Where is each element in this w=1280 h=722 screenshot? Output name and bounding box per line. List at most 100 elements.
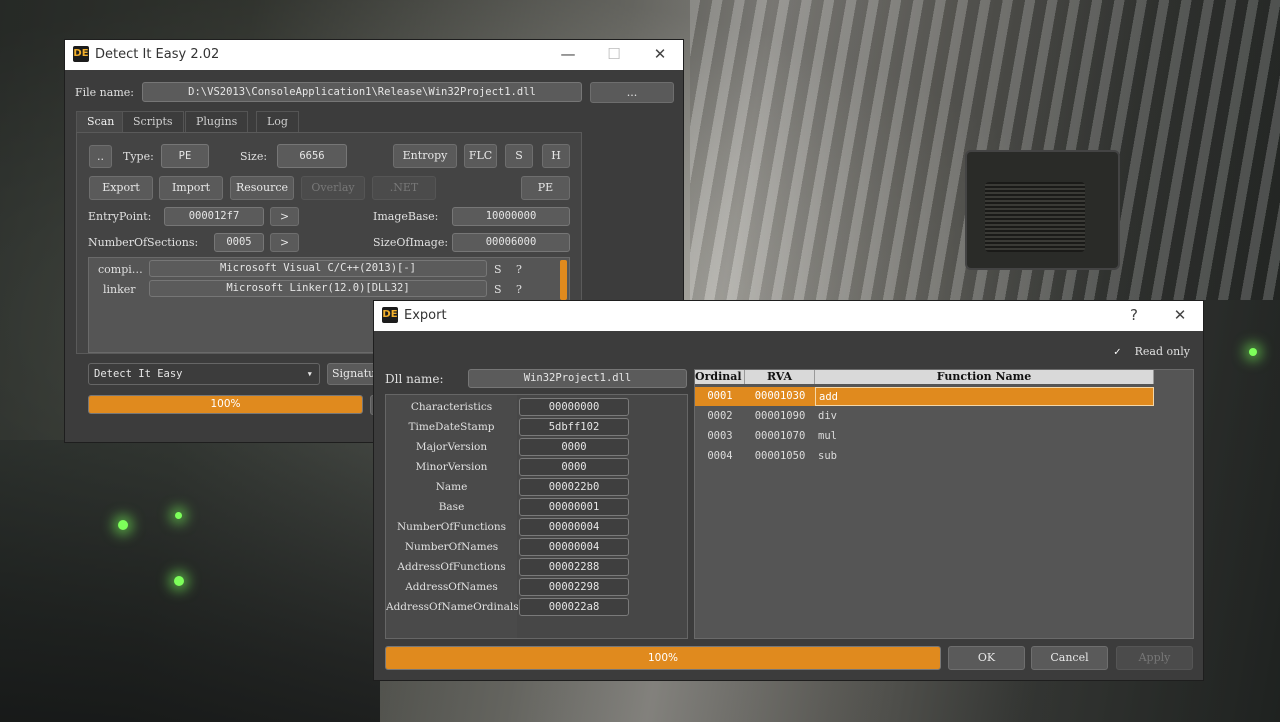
close-icon[interactable]: ✕ <box>637 40 683 70</box>
read-only-checkbox[interactable]: ✓ Read only <box>1114 345 1190 358</box>
field-value[interactable]: 00002298 <box>519 578 629 596</box>
wallpaper-shadow <box>0 440 380 722</box>
minimize-icon[interactable]: — <box>545 40 591 70</box>
ok-button[interactable]: OK <box>948 646 1025 670</box>
exports-table: Ordinal RVA Function Name 0001 00001030 ad… <box>694 369 1194 639</box>
export-progress: 100% <box>385 646 941 670</box>
pe-button[interactable]: PE <box>521 176 570 200</box>
dll-name-field[interactable]: Win32Project1.dll <box>468 369 687 388</box>
field-value[interactable]: 0000 <box>519 458 629 476</box>
entropy-button[interactable]: Entropy <box>393 144 457 168</box>
field-value[interactable]: 00000001 <box>519 498 629 516</box>
dll-name-label: Dll name: <box>385 372 444 386</box>
cell-ordinal: 0003 <box>707 430 733 442</box>
size-field[interactable]: 6656 <box>277 144 347 168</box>
entrypoint-arrow-button[interactable]: > <box>270 207 299 226</box>
tab-scan[interactable]: Scan <box>76 111 126 132</box>
file-name-field[interactable]: D:\VS2013\ConsoleApplication1\Release\Wi… <box>142 82 582 102</box>
net-button[interactable]: .NET <box>372 176 436 200</box>
field-value[interactable]: 0000 <box>519 438 629 456</box>
cell-ordinal: 0002 <box>707 410 733 422</box>
field-label: TimeDateStamp <box>408 421 495 433</box>
cell-rva: 00001030 <box>745 387 815 406</box>
result-signature-button[interactable]: S <box>494 283 502 296</box>
result-signature-button[interactable]: S <box>494 263 502 276</box>
export-button[interactable]: Export <box>89 176 153 200</box>
size-label: Size: <box>240 150 268 163</box>
result-type: linker <box>103 283 136 296</box>
result-value[interactable]: Microsoft Linker(12.0)[DLL32] <box>149 280 487 297</box>
result-help-button[interactable]: ? <box>516 283 522 296</box>
field-label: AddressOfFunctions <box>397 561 506 573</box>
die-window-title: Detect It Easy 2.02 <box>95 47 220 62</box>
wallpaper-light <box>118 520 128 530</box>
cell-ordinal: 0001 <box>695 387 745 406</box>
cell-name: div <box>818 410 837 422</box>
imagebase-label: ImageBase: <box>373 210 439 223</box>
h-button[interactable]: H <box>542 144 570 168</box>
field-value[interactable]: 00000004 <box>519 538 629 556</box>
type-field[interactable]: PE <box>161 144 209 168</box>
cell-rva: 00001090 <box>754 410 806 422</box>
table-row[interactable]: 0003 00001070 mul <box>695 427 1155 446</box>
field-value[interactable]: 00002288 <box>519 558 629 576</box>
sections-field[interactable]: 0005 <box>214 233 264 252</box>
more-button[interactable]: .. <box>89 145 112 168</box>
table-row[interactable]: 0004 00001050 sub <box>695 447 1155 466</box>
engine-select[interactable]: Detect It Easy ▾ <box>88 363 320 385</box>
field-label: AddressOfNames <box>405 581 498 593</box>
result-value[interactable]: Microsoft Visual C/C++(2013)[-] <box>149 260 487 277</box>
field-label: MinorVersion <box>415 461 488 473</box>
browse-button[interactable]: ... <box>590 82 674 103</box>
field-value[interactable]: 000022b0 <box>519 478 629 496</box>
scan-progress: 100% <box>88 395 363 414</box>
export-titlebar: DE Export ? ✕ <box>374 301 1203 331</box>
entrypoint-label: EntryPoint: <box>88 210 152 223</box>
column-header-ordinal[interactable]: Ordinal <box>695 370 745 384</box>
entrypoint-field[interactable]: 000012f7 <box>164 207 264 226</box>
field-value[interactable]: 00000004 <box>519 518 629 536</box>
field-value[interactable]: 5dbff102 <box>519 418 629 436</box>
help-icon[interactable]: ? <box>1111 301 1157 331</box>
column-header-function-name[interactable]: Function Name <box>815 370 1154 384</box>
sections-arrow-button[interactable]: > <box>270 233 299 252</box>
table-row[interactable]: 0002 00001090 div <box>695 407 1155 426</box>
die-logo-icon: DE <box>73 46 89 62</box>
die-logo-icon: DE <box>382 307 398 323</box>
file-name-label: File name: <box>75 86 134 99</box>
export-dialog-title: Export <box>404 308 447 323</box>
engine-select-value: Detect It Easy <box>94 368 183 380</box>
maximize-icon[interactable]: ☐ <box>591 40 637 70</box>
wallpaper-radio <box>965 150 1120 270</box>
chevron-down-icon: ▾ <box>306 368 313 380</box>
overlay-button[interactable]: Overlay <box>301 176 365 200</box>
tab-plugins[interactable]: Plugins <box>185 111 249 132</box>
field-value[interactable]: 00000000 <box>519 398 629 416</box>
results-scrollbar[interactable] <box>560 260 567 300</box>
cancel-button[interactable]: Cancel <box>1031 646 1108 670</box>
close-icon[interactable]: ✕ <box>1157 301 1203 331</box>
table-row[interactable]: 0001 00001030 add <box>695 387 1155 406</box>
cell-rva: 00001070 <box>754 430 806 442</box>
imagebase-field[interactable]: 10000000 <box>452 207 570 226</box>
apply-button[interactable]: Apply <box>1116 646 1193 670</box>
result-help-button[interactable]: ? <box>516 263 522 276</box>
flc-button[interactable]: FLC <box>464 144 497 168</box>
scan-tabs: Scan Scripts Plugins Log <box>76 111 596 132</box>
field-label: Base <box>438 501 465 513</box>
sizeofimage-field[interactable]: 00006000 <box>452 233 570 252</box>
resource-button[interactable]: Resource <box>230 176 294 200</box>
tab-scripts[interactable]: Scripts <box>122 111 184 132</box>
field-label: Characteristics <box>410 401 493 413</box>
result-type: compi… <box>98 263 143 276</box>
column-header-rva[interactable]: RVA <box>745 370 815 384</box>
import-button[interactable]: Import <box>159 176 223 200</box>
export-fields-panel: Characteristics 00000000 TimeDateStamp 5dbf… <box>385 394 688 639</box>
field-label: NumberOfNames <box>404 541 499 553</box>
cell-name: sub <box>818 450 837 462</box>
export-progress-text: 100% <box>647 652 679 664</box>
s-button[interactable]: S <box>505 144 533 168</box>
sizeofimage-label: SizeOfImage: <box>373 236 449 249</box>
field-value[interactable]: 000022a8 <box>519 598 629 616</box>
tab-log[interactable]: Log <box>256 111 299 132</box>
